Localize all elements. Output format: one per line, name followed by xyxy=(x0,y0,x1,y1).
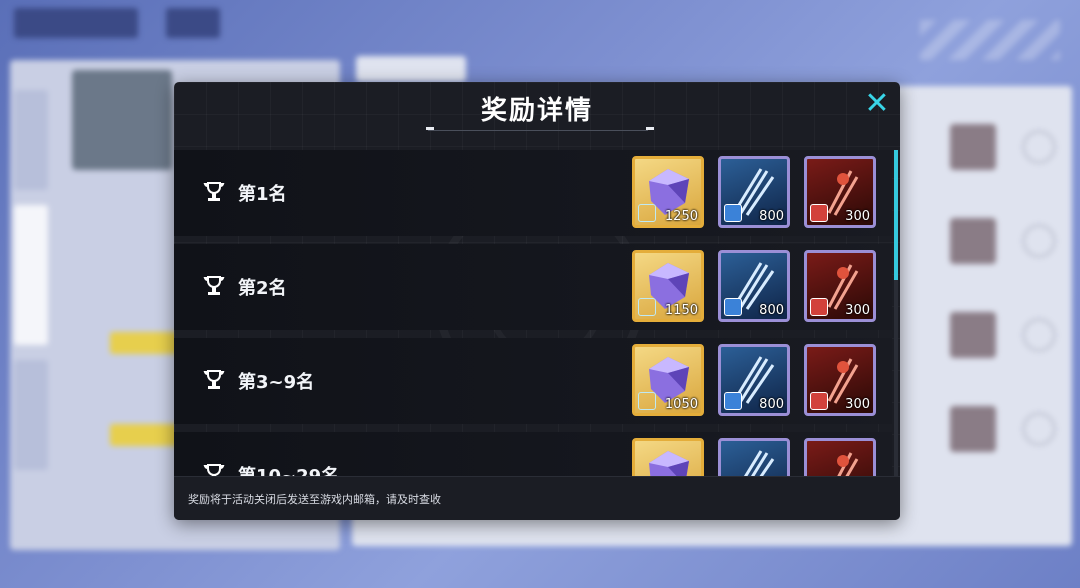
dialog-title: 奖励详情 xyxy=(480,96,593,126)
reward-qty: 1250 xyxy=(664,209,698,224)
reward-qty: 800 xyxy=(759,303,784,318)
trophy-icon xyxy=(203,182,225,201)
rank-label: 第2名 xyxy=(238,278,287,299)
gem-type-icon xyxy=(638,392,656,410)
reward-item-red-card[interactable] xyxy=(804,438,876,476)
trophy-icon xyxy=(203,276,225,295)
side-tab xyxy=(14,360,48,470)
scrollbar-thumb[interactable] xyxy=(894,150,898,280)
action-circle-icon xyxy=(1022,130,1056,164)
panel-header-tab xyxy=(356,56,466,82)
reward-details-dialog: 奖励详情 ✕ 第1名 1250 800 300 第2名 1150 800 300… xyxy=(174,82,900,520)
crystal-gem-icon xyxy=(649,451,689,476)
trophy-icon xyxy=(203,370,225,389)
yellow-tag xyxy=(110,424,180,446)
red-weapon-card-icon xyxy=(837,452,859,476)
close-button[interactable]: ✕ xyxy=(862,89,892,120)
reward-qty: 800 xyxy=(759,397,784,412)
scrollbar[interactable] xyxy=(894,150,898,476)
player-avatar xyxy=(950,218,996,264)
dialog-footer: 奖励将于活动关闭后发送至游戏内邮箱，请及时查收 xyxy=(174,476,900,520)
reward-row: 第2名 1150 800 300 xyxy=(174,244,892,330)
reward-list[interactable]: 第1名 1250 800 300 第2名 1150 800 300 第3~9名 … xyxy=(174,150,892,476)
reward-item-blue-card[interactable] xyxy=(718,438,790,476)
trophy-icon xyxy=(203,464,225,476)
reward-item-crystal[interactable]: 1250 xyxy=(632,156,704,228)
reward-item-crystal[interactable]: 1050 xyxy=(632,344,704,416)
action-circle-icon xyxy=(1022,412,1056,446)
reward-row: 第1名 1250 800 300 xyxy=(174,150,892,236)
gem-type-icon xyxy=(638,298,656,316)
rank-label: 第3~9名 xyxy=(238,372,315,393)
reward-qty: 800 xyxy=(759,209,784,224)
player-avatar xyxy=(950,124,996,170)
boss-portrait xyxy=(72,70,172,170)
rank-label: 第1名 xyxy=(238,184,287,205)
weapon-type-icon xyxy=(810,204,828,222)
side-tab-active xyxy=(14,205,48,345)
reward-qty: 300 xyxy=(845,397,870,412)
reward-row: 第10~29名 xyxy=(174,432,892,476)
reward-qty: 300 xyxy=(845,303,870,318)
weapon-type-icon xyxy=(724,204,742,222)
reward-item-red-card[interactable]: 300 xyxy=(804,344,876,416)
action-circle-icon xyxy=(1022,318,1056,352)
yellow-tag xyxy=(110,332,180,354)
blue-weapon-card-icon xyxy=(743,450,775,476)
home-button-bg xyxy=(166,8,220,38)
reward-item-blue-card[interactable]: 800 xyxy=(718,344,790,416)
reward-row: 第3~9名 1050 800 300 xyxy=(174,338,892,424)
reward-qty: 1050 xyxy=(664,397,698,412)
reward-item-blue-card[interactable]: 800 xyxy=(718,250,790,322)
reward-item-red-card[interactable]: 300 xyxy=(804,156,876,228)
weapon-type-icon xyxy=(724,392,742,410)
side-tab xyxy=(14,90,48,190)
player-avatar xyxy=(950,406,996,452)
footer-note: 奖励将于活动关闭后发送至游戏内邮箱，请及时查收 xyxy=(188,493,441,506)
title-underline xyxy=(428,130,648,131)
chevron-decoration xyxy=(920,20,1060,60)
gem-type-icon xyxy=(638,204,656,222)
player-avatar xyxy=(950,312,996,358)
back-button-bg xyxy=(14,8,138,38)
reward-item-red-card[interactable]: 300 xyxy=(804,250,876,322)
weapon-type-icon xyxy=(810,392,828,410)
reward-qty: 1150 xyxy=(664,303,698,318)
reward-qty: 300 xyxy=(845,209,870,224)
action-circle-icon xyxy=(1022,224,1056,258)
title-dash-right xyxy=(646,127,654,130)
reward-item-crystal[interactable] xyxy=(632,438,704,476)
rank-label: 第10~29名 xyxy=(238,462,339,476)
weapon-type-icon xyxy=(810,298,828,316)
weapon-type-icon xyxy=(724,298,742,316)
reward-item-crystal[interactable]: 1150 xyxy=(632,250,704,322)
reward-item-blue-card[interactable]: 800 xyxy=(718,156,790,228)
